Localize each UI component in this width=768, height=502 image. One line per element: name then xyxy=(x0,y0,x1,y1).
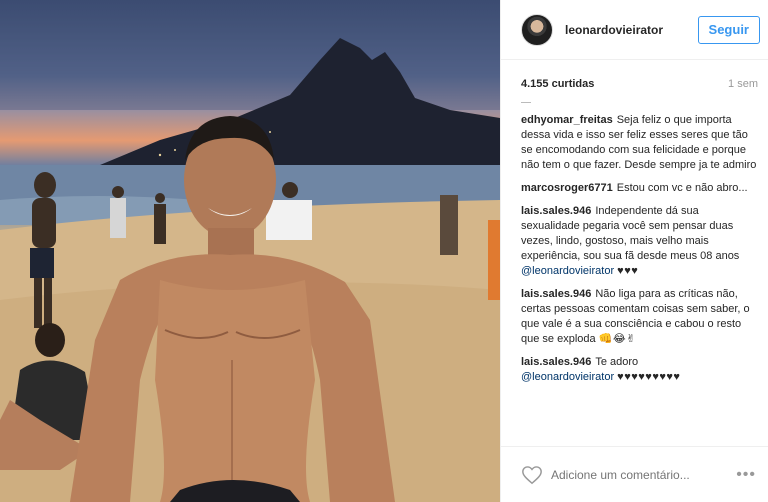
post-photo[interactable] xyxy=(0,0,500,502)
comment-input[interactable] xyxy=(551,467,737,482)
load-more-divider xyxy=(521,102,531,103)
comment-author[interactable]: lais.sales.946 xyxy=(521,288,591,300)
likes-count[interactable]: 4.155 curtidas xyxy=(521,78,594,90)
follow-button[interactable]: Seguir xyxy=(697,15,760,44)
post-username[interactable]: leonardovieirator xyxy=(565,23,698,37)
comment-footer: ••• xyxy=(501,446,768,502)
comment-item: lais.sales.946 Independente dá sua sexual… xyxy=(521,204,760,279)
heart-outline-icon[interactable] xyxy=(521,464,543,486)
comment-author[interactable]: marcosroger6771 xyxy=(521,182,613,194)
comment-item: lais.sales.946 Te adoro @leonardovieirato… xyxy=(521,355,760,385)
comment-item: lais.sales.946 Não liga para as críticas … xyxy=(521,287,760,347)
heart-emoji: ♥♥♥♥♥♥♥♥♥ xyxy=(617,371,681,383)
heart-emoji: ♥♥♥ xyxy=(617,265,639,277)
comment-item: marcosroger6771 Estou com vc e não abro..… xyxy=(521,181,760,196)
beach-scene-image xyxy=(0,0,500,502)
post-sidebar: leonardovieirator Seguir 4.155 curtidas … xyxy=(500,0,768,502)
comment-text: Estou com vc e não abro... xyxy=(616,182,748,194)
post-header: leonardovieirator Seguir xyxy=(501,0,768,60)
comment-author[interactable]: edhyomar_freitas xyxy=(521,114,613,126)
comment-author[interactable]: lais.sales.946 xyxy=(521,356,591,368)
post-time[interactable]: 1 sem xyxy=(728,78,758,90)
comment-item: edhyomar_freitas Seja feliz o que importa… xyxy=(521,113,760,173)
post-meta: 4.155 curtidas 1 sem xyxy=(501,60,768,90)
comment-text: Te adoro xyxy=(595,356,639,368)
comments-list[interactable]: edhyomar_freitas Seja feliz o que importa… xyxy=(501,98,768,440)
ellipsis-icon[interactable]: ••• xyxy=(736,466,756,484)
comment-mention[interactable]: @leonardovieirator xyxy=(521,371,614,383)
emoji-group: 👊😂✌ xyxy=(598,333,636,345)
comment-mention[interactable]: @leonardovieirator xyxy=(521,265,614,277)
comment-author[interactable]: lais.sales.946 xyxy=(521,205,591,217)
avatar[interactable] xyxy=(521,13,553,46)
